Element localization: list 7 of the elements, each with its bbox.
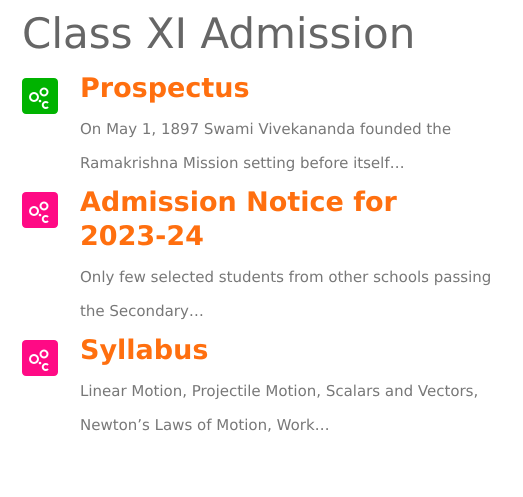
item-heading-link[interactable]: Syllabus — [80, 334, 480, 368]
item-summary: Only few selected students from other schools passing the Secondary… — [80, 267, 492, 322]
item-summary: Linear Motion, Projectile Motion, Scalars and Vectors, Newton’s Laws of Motion, Work… — [80, 381, 480, 436]
item-summary: On May 1, 1897 Swami Vivekananda founded the Ramakrishna Mission setting before itself… — [80, 119, 452, 174]
item-heading-link[interactable]: Admission Notice for 2023-24 — [80, 186, 480, 254]
item-heading-link[interactable]: Prospectus — [80, 72, 480, 106]
page-title: Class XI Admission — [22, 8, 416, 60]
